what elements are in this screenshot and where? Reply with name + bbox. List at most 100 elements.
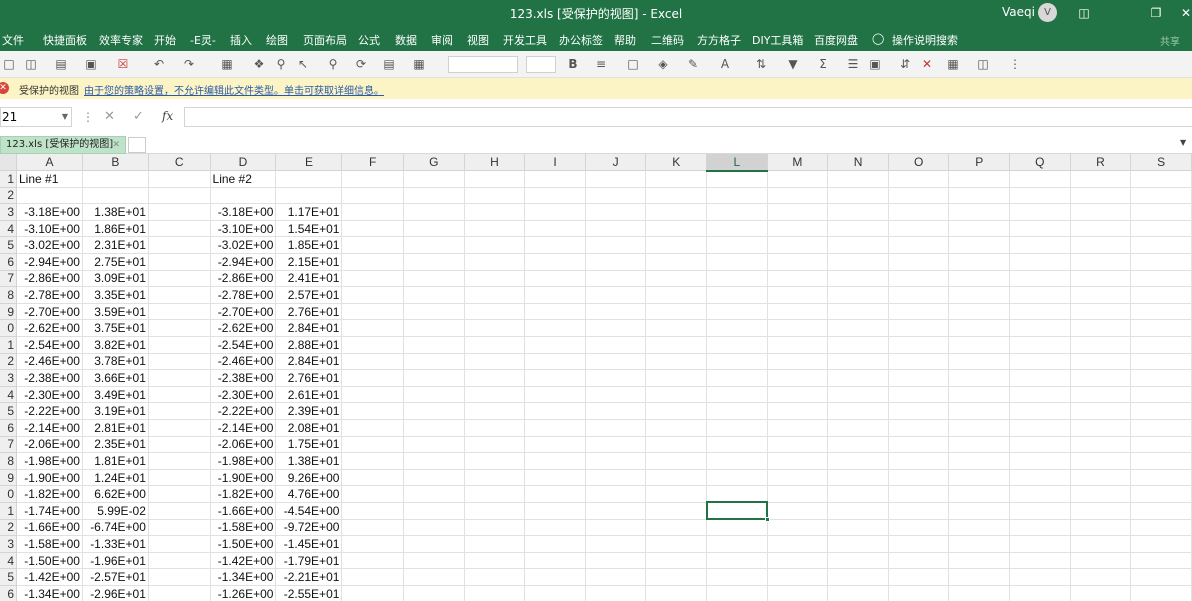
cell-m[interactable] xyxy=(767,303,829,321)
menu-diy-toolbox[interactable]: DIY工具箱 xyxy=(752,32,803,48)
tell-me-search[interactable]: 操作说明搜索 xyxy=(892,32,958,48)
cell-s[interactable] xyxy=(1130,535,1192,553)
cell-k[interactable] xyxy=(645,436,707,454)
row-header[interactable]: 4 xyxy=(0,386,17,404)
menu-office-tab[interactable]: 办公标签 xyxy=(559,32,603,48)
cell-e[interactable]: 9.26E+00 xyxy=(275,469,343,487)
cell-f[interactable] xyxy=(341,187,405,205)
cell-d[interactable]: -1.50E+00 xyxy=(210,535,277,553)
cell-b[interactable]: 3.09E+01 xyxy=(82,270,149,288)
cell-g[interactable] xyxy=(403,436,465,454)
cell-s[interactable] xyxy=(1130,303,1192,321)
cell-f[interactable] xyxy=(341,270,405,288)
cell-d[interactable]: -1.58E+00 xyxy=(210,519,277,537)
cell-j[interactable] xyxy=(585,253,647,271)
cell-p[interactable] xyxy=(948,485,1011,503)
row-header[interactable]: 9 xyxy=(0,469,17,487)
cell-b[interactable] xyxy=(82,170,149,188)
cell-f[interactable] xyxy=(341,535,405,553)
cell-s[interactable] xyxy=(1130,452,1192,470)
cell-m[interactable] xyxy=(767,552,829,570)
cell-h[interactable] xyxy=(464,552,526,570)
cell-p[interactable] xyxy=(948,303,1011,321)
cell-b[interactable]: 1.86E+01 xyxy=(82,220,149,238)
cell-l[interactable] xyxy=(706,369,768,387)
cell-g[interactable] xyxy=(403,220,465,238)
cell-g[interactable] xyxy=(403,402,465,420)
cell-n[interactable] xyxy=(827,220,889,238)
menu-quick-panel[interactable]: 快捷面板 xyxy=(43,32,87,48)
cell-n[interactable] xyxy=(827,303,889,321)
cell-s[interactable] xyxy=(1130,369,1192,387)
cell-j[interactable] xyxy=(585,485,647,503)
cell-n[interactable] xyxy=(827,286,889,304)
cell-h[interactable] xyxy=(464,187,526,205)
cell-s[interactable] xyxy=(1130,220,1192,238)
cell-d[interactable]: -1.66E+00 xyxy=(210,502,277,520)
row-header[interactable]: 4 xyxy=(0,220,17,238)
cell-o[interactable] xyxy=(888,502,950,520)
cell-r[interactable] xyxy=(1070,369,1132,387)
cell-l[interactable] xyxy=(706,419,768,437)
cell-c[interactable] xyxy=(148,286,211,304)
cell-i[interactable] xyxy=(524,469,586,487)
cell-k[interactable] xyxy=(645,552,707,570)
cancel-icon[interactable]: ✕ xyxy=(104,109,115,124)
cell-n[interactable] xyxy=(827,585,889,601)
cell-m[interactable] xyxy=(767,369,829,387)
cell-i[interactable] xyxy=(524,170,586,188)
cell-a[interactable]: -1.34E+00 xyxy=(16,585,83,601)
cell-g[interactable] xyxy=(403,552,465,570)
close-icon[interactable]: ✕ xyxy=(1176,3,1192,23)
cell-p[interactable] xyxy=(948,419,1011,437)
cell-b[interactable]: 3.82E+01 xyxy=(82,336,149,354)
cell-m[interactable] xyxy=(767,386,829,404)
cell-l[interactable] xyxy=(706,286,768,304)
cell-h[interactable] xyxy=(464,386,526,404)
cell-q[interactable] xyxy=(1009,402,1071,420)
cell-s[interactable] xyxy=(1130,203,1192,221)
cell-r[interactable] xyxy=(1070,419,1132,437)
cell-l[interactable] xyxy=(706,469,768,487)
cell-a[interactable] xyxy=(16,187,83,205)
cell-m[interactable] xyxy=(767,402,829,420)
cell-i[interactable] xyxy=(524,568,586,586)
cell-f[interactable] xyxy=(341,552,405,570)
cell-s[interactable] xyxy=(1130,253,1192,271)
cell-s[interactable] xyxy=(1130,319,1192,338)
cell-e[interactable]: -1.79E+01 xyxy=(275,552,343,570)
cell-r[interactable] xyxy=(1070,402,1132,420)
menu-qrcode[interactable]: 二维码 xyxy=(651,32,684,48)
cell-q[interactable] xyxy=(1009,552,1071,570)
cell-n[interactable] xyxy=(827,236,889,255)
cell-l[interactable] xyxy=(706,568,768,586)
clear-icon[interactable]: ✕ xyxy=(920,57,934,71)
cell-p[interactable] xyxy=(948,236,1011,255)
cell-o[interactable] xyxy=(888,170,950,188)
cell-o[interactable] xyxy=(888,419,950,437)
cell-q[interactable] xyxy=(1009,303,1071,321)
cell-s[interactable] xyxy=(1130,585,1192,601)
cell-g[interactable] xyxy=(403,336,465,354)
cell-p[interactable] xyxy=(948,386,1011,404)
cell-e[interactable]: 2.61E+01 xyxy=(275,386,343,404)
cell-l[interactable] xyxy=(706,303,768,321)
cell-e[interactable]: 2.88E+01 xyxy=(275,336,343,354)
sum-icon[interactable]: Σ xyxy=(816,57,830,71)
cell-o[interactable] xyxy=(888,220,950,238)
cell-l[interactable] xyxy=(706,203,768,221)
cell-g[interactable] xyxy=(403,203,465,221)
cell-k[interactable] xyxy=(645,369,707,387)
cell-b[interactable]: 3.35E+01 xyxy=(82,286,149,304)
cell-b[interactable]: 3.49E+01 xyxy=(82,386,149,404)
cell-e[interactable]: 2.76E+01 xyxy=(275,303,343,321)
worksheet[interactable]: ABCDEFGHIJKLMNOPQRS 1 Line #1 Line #2 2 3 -3.… xyxy=(0,154,1192,601)
row-header[interactable]: 6 xyxy=(0,253,17,271)
cell-i[interactable] xyxy=(524,253,586,271)
cell-a[interactable]: -3.10E+00 xyxy=(16,220,83,238)
cell-q[interactable] xyxy=(1009,286,1071,304)
cell-f[interactable] xyxy=(341,436,405,454)
cell-l[interactable] xyxy=(706,319,768,338)
cell-e[interactable]: 4.76E+00 xyxy=(275,485,343,503)
cell-o[interactable] xyxy=(888,519,950,537)
